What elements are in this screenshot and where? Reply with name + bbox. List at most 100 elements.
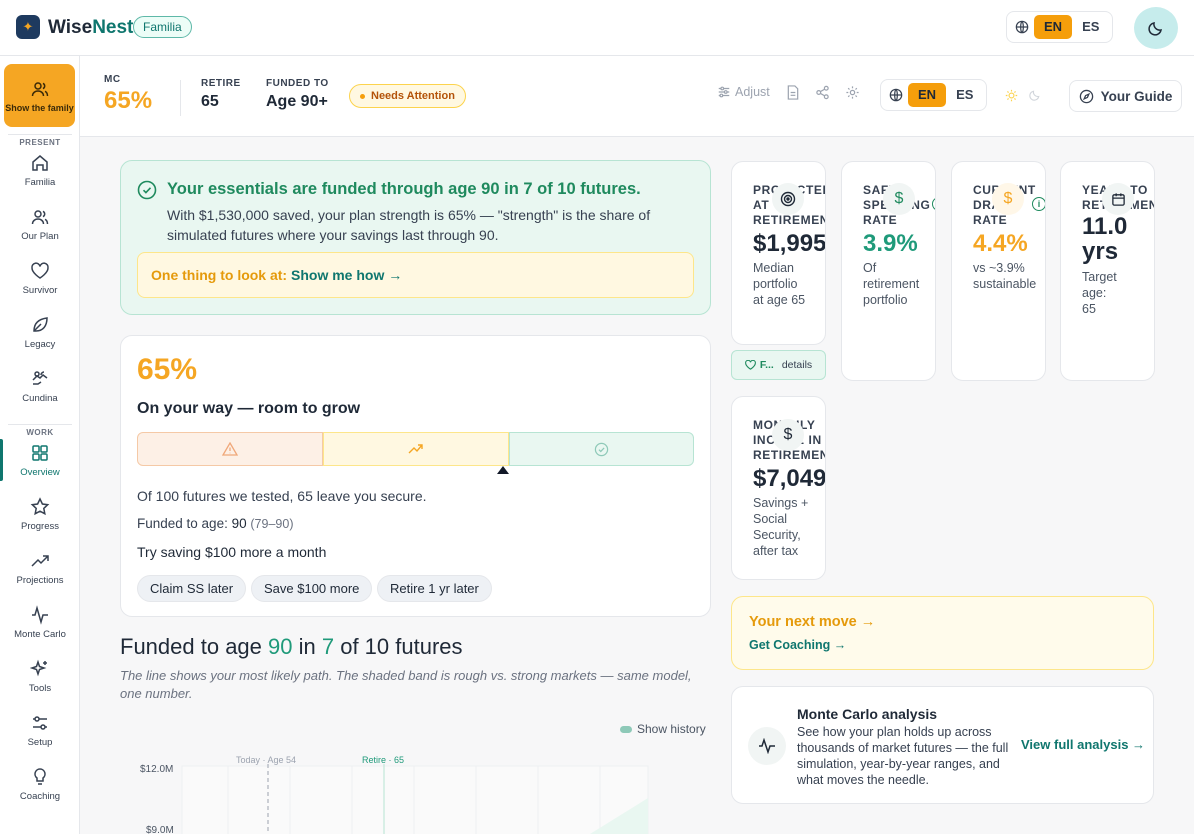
adjust-button[interactable]: Adjust [717, 85, 770, 99]
sidebar-item-label: Tools [28, 682, 52, 694]
heart-icon [744, 360, 756, 370]
pulse-icon [748, 727, 786, 765]
today-marker-label: Today · Age 54 [236, 755, 296, 765]
sidebar-item-label: Overview [20, 466, 60, 478]
sidebar-item-label: Setup [27, 736, 53, 748]
retire-1yr-later-chip[interactable]: Retire 1 yr later [377, 575, 492, 602]
sun-icon[interactable] [1005, 89, 1018, 102]
safe-spending-rate-card: SAFE SPENDING RATE $ i 3.9% Of retiremen… [841, 161, 936, 381]
heart-icon [31, 262, 49, 279]
save-100-more-chip[interactable]: Save $100 more [251, 575, 373, 602]
sidebar-item-overview[interactable]: Overview [0, 435, 80, 485]
status-badge: Needs Attention [349, 84, 466, 108]
divider [8, 424, 72, 425]
kpi-value: 3.9% [863, 230, 918, 257]
show-family-label: Show the family [5, 102, 74, 113]
target-icon [772, 183, 804, 215]
grid-icon [32, 444, 48, 461]
monte-carlo-title: Monte Carlo analysis [797, 706, 938, 722]
sidebar-item-cundina[interactable]: Cundina [0, 361, 80, 411]
brand-name[interactable]: WiseNest [48, 17, 133, 39]
divider [180, 80, 181, 116]
sidebar-item-survivor[interactable]: Survivor [0, 253, 80, 303]
sidebar-item-label: Our Plan [21, 230, 59, 242]
show-me-how-link[interactable]: Show me how → [291, 267, 402, 283]
claim-ss-later-chip[interactable]: Claim SS later [137, 575, 247, 602]
compass-icon [1079, 89, 1093, 103]
dollar-icon: $ [992, 183, 1024, 215]
sidebar: Show the family PRESENT Familia Our Plan S… [0, 56, 80, 834]
wisenest-logo-icon[interactable]: ✦ [16, 15, 40, 39]
adjust-label: Adjust [735, 85, 770, 99]
home-icon [32, 154, 48, 171]
score-pointer [497, 466, 509, 474]
divider [8, 134, 72, 135]
sidebar-item-progress[interactable]: Progress [0, 489, 80, 539]
dark-mode-toggle[interactable] [1134, 7, 1178, 49]
trending-up-icon [408, 444, 423, 454]
monthly-income-card: MONTHLY INCOME IN RETIREMENT $ $7,049 Sa… [731, 396, 826, 580]
kpi-value: 11.0 yrs [1082, 213, 1128, 265]
monte-carlo-description: See how your plan holds up across thousa… [797, 725, 1009, 787]
mc-label: MC [104, 74, 121, 85]
sidebar-item-tools[interactable]: Tools [0, 651, 80, 701]
kpi-description: Savings + Social Security, after tax [753, 496, 809, 558]
next-move-card[interactable]: Your next move → Get Coaching → [731, 596, 1154, 670]
lang-en-button[interactable]: EN [1034, 15, 1073, 39]
sidebar-item-familia[interactable]: Familia [0, 145, 80, 195]
settings-gear-icon[interactable] [845, 85, 860, 100]
info-icon[interactable]: i [1032, 197, 1045, 211]
funded-heading: Funded to age 90 in 7 of 10 futures [120, 634, 463, 659]
show-history-toggle[interactable]: Show history [620, 722, 706, 736]
view-full-analysis-link[interactable]: View full analysis → [1021, 737, 1145, 752]
sidebar-item-legacy[interactable]: Legacy [0, 307, 80, 357]
kpi-description: Median portfolio at age 65 [753, 261, 806, 307]
years-to-retirement-card: YEARS TO RETIREMENT 11.0 yrs Target age:… [1060, 161, 1155, 381]
one-thing-box: One thing to look at: Show me how → [137, 252, 694, 298]
y-tick-label: $9.0M [146, 825, 174, 834]
leaf-icon [33, 316, 48, 332]
sidebar-item-projections[interactable]: Projections [0, 543, 80, 593]
funded-heading-count: 7 [321, 634, 335, 659]
check-circle-icon [137, 180, 157, 200]
mc-value: 65% [104, 87, 153, 114]
share-icon[interactable] [815, 85, 830, 100]
kpi-value: $7,049 [753, 465, 826, 492]
mode-pill[interactable]: Familia [133, 16, 192, 38]
monte-carlo-card: Monte Carlo analysis See how your plan h… [731, 686, 1154, 804]
moon-icon[interactable] [1029, 89, 1041, 101]
summary-bar: MC 65% RETIRE 65 FUNDED TO Age 90+ Needs… [80, 56, 1194, 137]
funded-to-age-line: Funded to age: 90 (79–90) [137, 516, 293, 531]
kpi-description: Of retirement portfolio [863, 261, 920, 307]
kpi-value: $1,995,5 [753, 230, 826, 257]
dollar-icon: $ [883, 183, 915, 215]
funded-to-label: FUNDED TO [266, 78, 329, 89]
sidebar-item-label: Progress [20, 520, 59, 532]
essentials-funded-banner: Your essentials are funded through age 9… [120, 160, 711, 315]
sidebar-item-coaching[interactable]: Coaching [0, 759, 80, 809]
next-move-title[interactable]: Your next move → [749, 614, 875, 630]
warning-icon [222, 442, 238, 456]
retire-value: 65 [201, 93, 219, 110]
lang-es-button[interactable]: ES [1072, 15, 1109, 39]
sliders-icon [718, 86, 730, 98]
sidebar-item-our-plan[interactable]: Our Plan [0, 199, 80, 249]
lang-es-button[interactable]: ES [946, 83, 983, 107]
show-family-button[interactable]: Show the family [4, 64, 75, 127]
sidebar-item-monte-carlo[interactable]: Monte Carlo [0, 597, 80, 647]
funded-heading-age: 90 [268, 634, 293, 659]
your-guide-button[interactable]: Your Guide [1069, 80, 1182, 112]
document-icon[interactable] [786, 85, 800, 100]
funded-to-age-value: 90 [231, 516, 247, 531]
get-coaching-link[interactable]: Get Coaching → [749, 638, 846, 652]
sidebar-item-label: Coaching [19, 790, 61, 802]
pulse-icon [32, 604, 48, 625]
kpi-value: 4.4% [973, 230, 1028, 257]
plan-strength-percent: 65% [137, 353, 198, 386]
banner-subtitle: With $1,530,000 saved, your plan strengt… [167, 207, 651, 243]
projected-at-retirement-card: PROJECTED AT RETIREMENT $1,995,5 Median … [731, 161, 826, 345]
lang-en-button[interactable]: EN [908, 83, 947, 107]
risk-segment [137, 432, 323, 466]
sidebar-item-setup[interactable]: Setup [0, 705, 80, 755]
details-button[interactable]: F... details [731, 350, 826, 380]
